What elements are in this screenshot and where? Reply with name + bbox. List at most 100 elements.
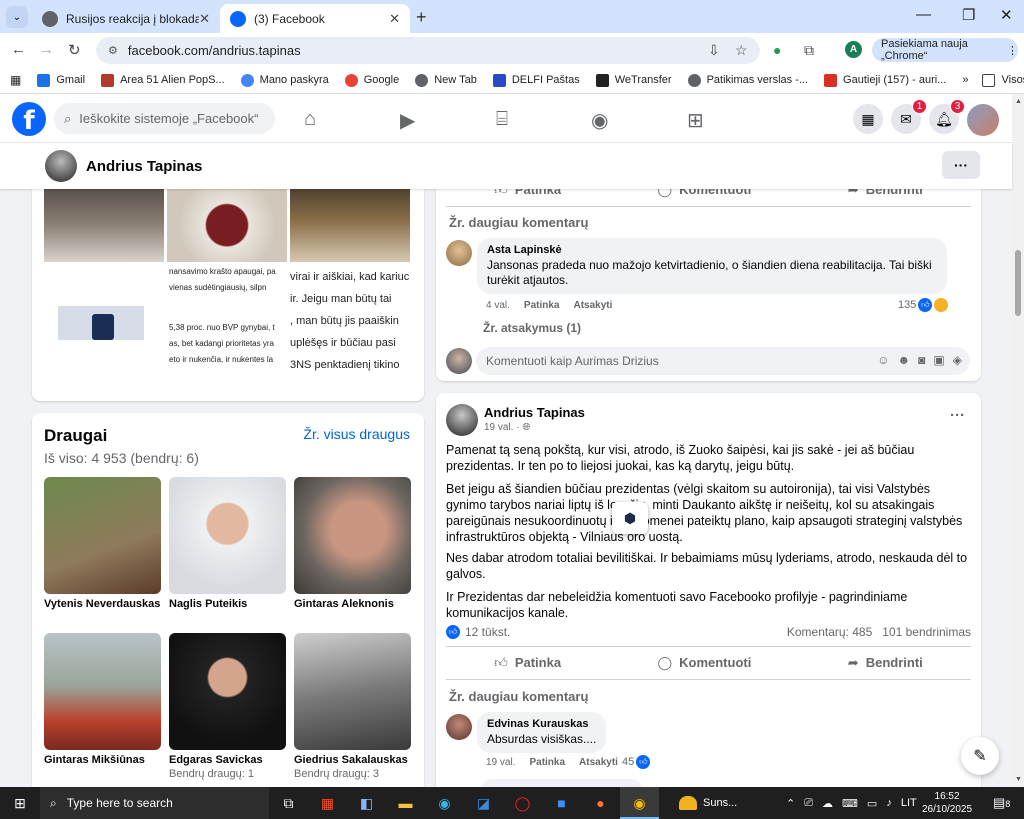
onedrive-icon[interactable]: ☁ (822, 797, 833, 810)
commenter-avatar[interactable] (446, 714, 472, 740)
bookmark-mano-paskyra[interactable]: Mano paskyra (240, 73, 329, 87)
comment-time[interactable]: 4 val. (486, 300, 510, 311)
bookmark-gmail[interactable]: Gmail (37, 73, 85, 87)
see-all-friends-link[interactable]: Žr. visus draugus (303, 426, 410, 442)
friend-name[interactable]: Gintaras Mikšiūnas (44, 754, 161, 766)
comment-input[interactable]: Komentuoti kaip Aurimas Drizius ☺ ☻ ◙ ▣ … (476, 347, 970, 375)
share-button[interactable]: ➦ Bendrinti (848, 655, 923, 671)
display-icon[interactable]: ▭ (867, 797, 877, 810)
back-icon[interactable]: ← (11, 41, 26, 58)
post-reactions[interactable]: 👍︎ 12 tūkst. (446, 625, 510, 639)
scrollbar-thumb[interactable] (1015, 250, 1021, 316)
extension-grammarly-icon[interactable]: ● (773, 42, 781, 58)
restore-icon[interactable]: ❐ (962, 6, 975, 24)
commenter-avatar[interactable] (446, 240, 472, 266)
post-author[interactable]: Andrius Tapinas (484, 405, 585, 420)
network-icon[interactable]: ⌨ (842, 797, 858, 810)
photo-thumbnail[interactable]: virai ir aiškiai, kad kariuc ir. Jeigu m… (290, 262, 410, 382)
volume-icon[interactable]: ♪ (886, 797, 892, 809)
friend-photo[interactable] (44, 477, 161, 594)
home-icon[interactable]: ⌂ (304, 108, 316, 131)
photo-thumbnail[interactable] (44, 262, 164, 382)
more-bookmarks-icon[interactable]: » (962, 74, 968, 86)
reload-icon[interactable]: ↻ (68, 41, 81, 59)
page-scrollbar[interactable]: ▲ ▼ (1012, 94, 1024, 787)
bookmark-star-icon[interactable]: ☆ (735, 42, 748, 59)
gaming-icon[interactable]: ⊞ (687, 108, 704, 133)
task-view-icon[interactable]: ⧉ (269, 795, 308, 812)
gif-icon[interactable]: ▣ (933, 353, 944, 367)
bookmark-gautieji[interactable]: Gautieji (157) - auri... (824, 73, 946, 87)
emoji-icon[interactable]: ☻ (898, 353, 911, 367)
bookmark-delfi[interactable]: DELFI Paštas (492, 73, 580, 87)
opera-icon[interactable]: ◯ (503, 795, 542, 812)
all-bookmarks[interactable]: Visos žymės (982, 73, 1024, 87)
friend-photo[interactable] (44, 633, 161, 750)
edge-icon[interactable]: ◉ (425, 795, 464, 812)
bookmark-area51[interactable]: Area 51 Alien PopS... (101, 73, 225, 87)
photo-thumbnail[interactable]: nansavimo krašto apaugai, pa vienas sudė… (167, 262, 287, 382)
taskbar-search[interactable]: ⌕ Type here to search (40, 787, 269, 819)
friend-photo[interactable] (169, 477, 286, 594)
friend-name[interactable]: Naglis Puteikis (169, 598, 286, 610)
floating-extension-icon[interactable]: ⬢ (612, 502, 648, 534)
extensions-icon[interactable]: ⧉ (804, 42, 814, 59)
friend-tile[interactable]: Giedrius Sakalauskas Bendrų draugų: 3 (294, 633, 411, 780)
tab-facebook[interactable]: (3) Facebook ✕ (220, 4, 410, 33)
friend-name[interactable]: Giedrius Sakalauskas (294, 754, 411, 766)
groups-icon[interactable]: ◉ (591, 108, 608, 133)
install-app-icon[interactable]: ⇩ (708, 42, 720, 59)
scroll-up-icon[interactable]: ▲ (1015, 98, 1022, 105)
profile-more-button[interactable]: ··· (942, 151, 980, 179)
bookmark-new-tab[interactable]: New Tab (415, 73, 477, 87)
address-bar[interactable]: ⚙ facebook.com/andrius.tapinas (96, 37, 760, 64)
minimize-icon[interactable]: — (916, 6, 931, 23)
site-info-icon[interactable]: ⚙ (108, 44, 118, 57)
friend-tile[interactable]: Vytenis Neverdauskas (44, 477, 161, 610)
comment-reactions[interactable]: 135 👍︎ (898, 298, 949, 312)
close-window-icon[interactable]: ✕ (1000, 6, 1013, 24)
view-more-comments[interactable]: Žr. daugiau komentarų (449, 689, 588, 704)
comment-like-link[interactable]: Patinka (529, 757, 565, 768)
trip-app-icon[interactable]: ■ (542, 795, 581, 811)
scroll-down-icon[interactable]: ▼ (1015, 776, 1022, 783)
comment-author[interactable]: Asta Lapinskė (487, 244, 937, 256)
store-icon[interactable]: ▦ (308, 795, 347, 812)
friend-name[interactable]: Edgaras Savickas (169, 754, 286, 766)
marketplace-icon[interactable]: ⌸ (496, 108, 508, 131)
avatar-sticker-icon[interactable]: ☺ (877, 353, 889, 367)
comment-author[interactable]: Edvinas Kurauskas (487, 718, 596, 730)
forward-icon[interactable]: → (39, 41, 54, 58)
close-tab-icon[interactable]: ✕ (389, 11, 400, 27)
tab-rusijos[interactable]: Rusijos reakcija į blokadą ✕ (32, 4, 220, 33)
tab-search-button[interactable]: ⌄ (6, 6, 28, 28)
friend-name[interactable]: Gintaras Aleknonis (294, 598, 411, 610)
meet-now-icon[interactable]: ⎚ (804, 797, 813, 810)
new-tab-button[interactable]: + (416, 7, 427, 28)
close-tab-icon[interactable]: ✕ (199, 11, 210, 27)
friend-photo[interactable] (169, 633, 286, 750)
sticker-icon[interactable]: ◈ (953, 353, 962, 367)
notification-center-icon[interactable]: ▤8 (993, 795, 1010, 811)
account-avatar[interactable] (967, 104, 999, 136)
bookmark-google[interactable]: Google (344, 73, 399, 87)
kebab-menu-icon[interactable]: ⋮ (1007, 44, 1018, 57)
notifications-button[interactable]: 🔔︎ 3 (929, 99, 965, 134)
chrome-profile-avatar[interactable]: A (845, 41, 862, 58)
comment-reply-link[interactable]: Atsakyti (573, 300, 612, 311)
view-replies-link[interactable]: Žr. atsakymus (1) (483, 321, 581, 335)
comment-button[interactable]: ◯ Komentuoti (658, 655, 752, 671)
comment-reactions[interactable]: 45 👍︎ (622, 755, 651, 769)
friend-tile[interactable]: Gintaras Aleknonis (294, 477, 411, 610)
profile-name[interactable]: Andrius Tapinas (86, 158, 202, 175)
friend-photo[interactable] (294, 477, 411, 594)
friend-name[interactable]: Vytenis Neverdauskas (44, 598, 161, 610)
chrome-taskbar-icon[interactable]: ◉ (620, 787, 659, 819)
menu-grid-button[interactable]: ▦ (853, 104, 883, 134)
outlook-icon[interactable]: ◪ (464, 795, 503, 812)
bookmark-patikimas[interactable]: Patikimas verslas -... (687, 73, 808, 87)
bookmark-wetransfer[interactable]: WeTransfer (595, 73, 672, 87)
file-explorer-icon[interactable]: ▬ (386, 795, 425, 811)
post-options-button[interactable]: ··· (950, 407, 965, 424)
friend-tile[interactable]: Naglis Puteikis (169, 477, 286, 610)
